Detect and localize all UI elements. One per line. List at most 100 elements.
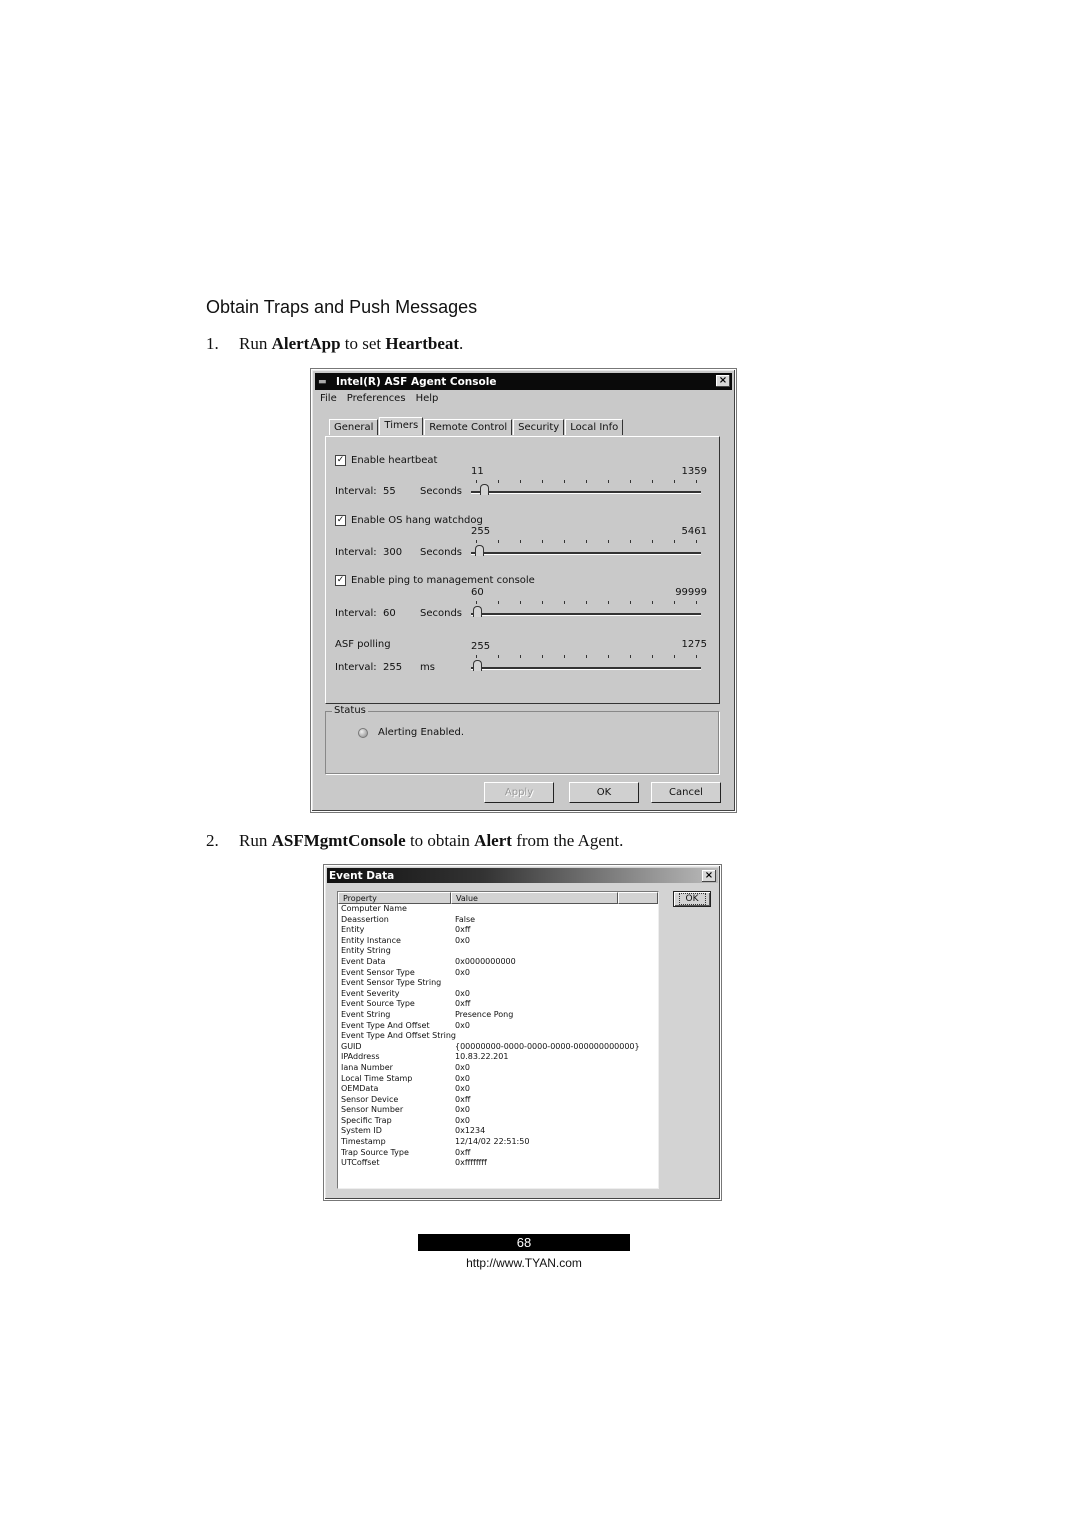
heartbeat-interval-value: 55: [383, 486, 396, 497]
title-bar[interactable]: Event Data ×: [327, 868, 718, 883]
value-cell: 0x0000000000: [455, 956, 516, 966]
watchdog-slider[interactable]: [471, 544, 701, 558]
ping-checkbox-row[interactable]: ✓ Enable ping to management console: [335, 575, 535, 586]
property-cell: Entity: [341, 925, 365, 935]
list-item[interactable]: UTCoffset 0xffffffff: [338, 1158, 658, 1169]
list-item[interactable]: Deassertion False: [338, 915, 658, 926]
column-header-property[interactable]: Property: [338, 892, 451, 904]
list-item[interactable]: Event Type And Offset String: [338, 1031, 658, 1042]
event-data-window: Event Data × Property Value Computer Nam…: [324, 865, 721, 1200]
column-header-extra[interactable]: [618, 892, 658, 904]
polling-slider[interactable]: [471, 659, 701, 673]
value-cell: 0x0: [455, 1073, 470, 1083]
menu-help[interactable]: Help: [416, 393, 439, 404]
slider-track: [471, 491, 701, 494]
property-cell: Event Data: [341, 956, 386, 966]
title-bar[interactable]: ▬ Intel(R) ASF Agent Console ×: [315, 373, 732, 390]
property-cell: IPAddress: [341, 1052, 380, 1062]
watchdog-checkbox-row[interactable]: ✓ Enable OS hang watchdog: [335, 515, 483, 526]
page-number: 68: [418, 1234, 630, 1251]
value-cell: 0x0: [455, 1020, 470, 1030]
status-indicator-icon: [358, 728, 368, 738]
timers-panel: ✓ Enable heartbeat 11 1359 Interval: 55 …: [325, 436, 720, 704]
value-cell: False: [455, 914, 476, 924]
value-cell: 0x0: [455, 1105, 470, 1115]
slider-thumb[interactable]: [474, 545, 484, 556]
value-cell: [454, 946, 455, 957]
tick-mark: [586, 601, 587, 604]
heartbeat-slider[interactable]: [471, 483, 701, 497]
apply-button[interactable]: Apply: [484, 782, 554, 803]
watchdog-unit: Seconds: [420, 547, 463, 558]
property-cell: Entity Instance: [341, 935, 401, 945]
tab-general[interactable]: General: [329, 419, 379, 435]
tab-remote-control[interactable]: Remote Control: [424, 419, 513, 435]
slider-thumb[interactable]: [473, 606, 482, 617]
value-cell: 0xff: [455, 1147, 471, 1157]
list-item[interactable]: Specific Trap 0x0: [338, 1116, 658, 1127]
tab-timers[interactable]: Timers: [379, 417, 424, 435]
heartbeat-label: Enable heartbeat: [351, 455, 438, 466]
value-cell: 0x0: [455, 1084, 470, 1094]
list-item[interactable]: Entity Instance 0x0: [338, 936, 658, 947]
app-icon: ▬: [318, 376, 327, 387]
tick-mark: [674, 540, 675, 543]
heartbeat-checkbox[interactable]: ✓: [335, 455, 346, 466]
list-item[interactable]: Event String Presence Pong: [338, 1010, 658, 1021]
tick-mark: [520, 540, 521, 543]
list-header: Property Value: [338, 892, 658, 904]
value-cell: 0x0: [455, 1062, 470, 1072]
list-item[interactable]: Iana Number 0x0: [338, 1063, 658, 1074]
tick-mark: [498, 655, 499, 658]
menu-file[interactable]: File: [320, 393, 337, 404]
tick-mark: [630, 540, 631, 543]
list-item[interactable]: Timestamp 12/14/02 22:51:50: [338, 1137, 658, 1148]
list-item[interactable]: Sensor Device 0xff: [338, 1095, 658, 1106]
list-item[interactable]: Computer Name: [338, 904, 658, 915]
ping-checkbox[interactable]: ✓: [335, 575, 346, 586]
list-item[interactable]: IPAddress 10.83.22.201: [338, 1052, 658, 1063]
value-cell: 0x0: [455, 988, 470, 998]
ping-slider[interactable]: [471, 605, 701, 619]
list-item[interactable]: OEMData 0x0: [338, 1084, 658, 1095]
property-cell: System ID: [341, 1126, 382, 1136]
list-item[interactable]: Event Type And Offset 0x0: [338, 1021, 658, 1032]
list-item[interactable]: GUID {00000000-0000-0000-0000-00000000000…: [338, 1042, 658, 1053]
tab-security[interactable]: Security: [513, 419, 565, 435]
close-icon[interactable]: ×: [702, 870, 716, 882]
tab-local-info[interactable]: Local Info: [565, 419, 624, 435]
heartbeat-checkbox-row[interactable]: ✓ Enable heartbeat: [335, 455, 437, 466]
menu-preferences[interactable]: Preferences: [347, 393, 406, 404]
property-cell: Specific Trap: [341, 1115, 392, 1125]
ok-button[interactable]: OK: [569, 782, 639, 803]
list-item[interactable]: Event Source Type 0xff: [338, 999, 658, 1010]
list-item[interactable]: Entity String: [338, 946, 658, 957]
list-item[interactable]: Sensor Number 0x0: [338, 1105, 658, 1116]
list-item[interactable]: Event Data 0x0000000000: [338, 957, 658, 968]
close-icon[interactable]: ×: [716, 375, 730, 387]
list-item[interactable]: Local Time Stamp 0x0: [338, 1074, 658, 1085]
column-header-value[interactable]: Value: [451, 892, 618, 904]
cancel-button[interactable]: Cancel: [651, 782, 721, 803]
list-item[interactable]: Entity 0xff: [338, 925, 658, 936]
list-item[interactable]: Event Severity 0x0: [338, 989, 658, 1000]
status-text: Alerting Enabled.: [378, 727, 465, 738]
property-cell: Computer Name: [341, 904, 407, 913]
value-cell: 0x0: [455, 967, 470, 977]
value-cell: 0x1234: [455, 1126, 486, 1136]
slider-thumb[interactable]: [480, 484, 490, 495]
list-item[interactable]: Event Sensor Type 0x0: [338, 968, 658, 979]
property-cell: Event Sensor Type String: [341, 978, 442, 988]
watchdog-checkbox[interactable]: ✓: [335, 515, 346, 526]
event-properties-list[interactable]: Property Value Computer Name Deassertion F…: [337, 891, 659, 1189]
heartbeat-unit: Seconds: [420, 486, 463, 497]
watchdog-min: 255: [471, 526, 491, 537]
tick-mark: [630, 601, 631, 604]
property-cell: Event String: [341, 1009, 391, 1019]
list-item[interactable]: Event Sensor Type String: [338, 978, 658, 989]
list-item[interactable]: System ID 0x1234: [338, 1126, 658, 1137]
ok-button[interactable]: OK: [673, 891, 711, 907]
slider-thumb[interactable]: [473, 660, 482, 671]
list-item[interactable]: Trap Source Type 0xff: [338, 1148, 658, 1159]
polling-interval-value: 255: [383, 662, 403, 673]
